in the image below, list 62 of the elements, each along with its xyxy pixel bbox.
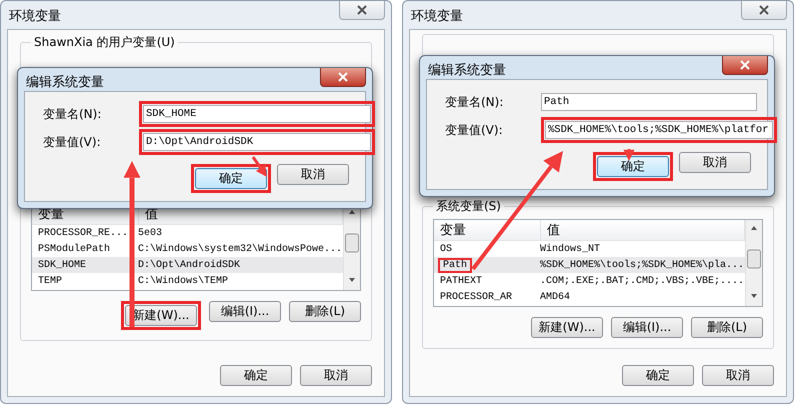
list-row[interactable]: PATHEXT .COM;.EXE;.BAT;.CMD;.VBS;.VBE;.... [434, 273, 745, 289]
variable-name: Path [443, 260, 468, 270]
input-field[interactable]: Path [541, 93, 757, 111]
field-label: 变量名(N): [43, 106, 102, 122]
close-icon [337, 72, 349, 82]
ok-button[interactable]: 确定 [622, 365, 694, 386]
cancel-button[interactable]: 取消 [277, 164, 349, 185]
list-button[interactable]: 删除(L) [691, 317, 763, 338]
variable-value: %SDK_HOME%\tools;%SDK_HOME%\pla... [539, 260, 745, 270]
input-field[interactable]: %SDK_HOME%\tools;%SDK_HOME%\platfor [545, 121, 773, 139]
list-row[interactable]: PSModulePath C:\Windows\system32\WindowsPowe... [32, 241, 343, 257]
dialog-title: 编辑系统变量 [428, 62, 506, 79]
cancel-button[interactable]: 取消 [679, 152, 751, 173]
close-icon [739, 60, 751, 70]
input-field[interactable]: D:\Opt\AndroidSDK [143, 133, 371, 151]
close-icon [356, 5, 368, 15]
column-header[interactable]: 变量 [434, 220, 541, 240]
annotation-arrow [252, 156, 267, 177]
close-button[interactable] [339, 1, 385, 20]
variable-name: SDK_HOME [38, 260, 86, 270]
window-title: 环境变量 [9, 8, 61, 25]
list-button[interactable]: 编辑(I)... [611, 317, 683, 338]
cancel-button[interactable]: 取消 [300, 365, 372, 386]
annotation-arrow [623, 149, 635, 161]
variable-value: C:\Windows\system32\WindowsPowe... [137, 244, 343, 254]
list-button[interactable]: 新建(W)... [531, 317, 603, 338]
field-label: 变量名(N): [445, 94, 504, 110]
variable-name: PROCESSOR_RE... [38, 228, 128, 238]
group-label: 系统变量(S) [435, 198, 502, 215]
variable-name: PSModulePath [38, 244, 110, 254]
variable-name: PROCESSOR_AR [440, 292, 512, 302]
close-button[interactable] [320, 68, 366, 87]
close-button[interactable] [741, 1, 787, 20]
dialog-title: 编辑系统变量 [26, 74, 104, 91]
ok-button[interactable]: 确定 [195, 168, 267, 189]
list-row[interactable]: Path %SDK_HOME%\tools;%SDK_HOME%\pla... [434, 257, 745, 273]
list-row[interactable]: TEMP C:\Windows\TEMP [32, 273, 343, 289]
variable-value: D:\Opt\AndroidSDK [137, 260, 242, 270]
ok-button[interactable]: 确定 [220, 365, 292, 386]
list-row[interactable]: PROCESSOR_AR AMD64 [434, 289, 745, 305]
variable-name: OS [440, 244, 452, 254]
variable-name: PATHEXT [440, 276, 482, 286]
ok-button[interactable]: 确定 [597, 156, 669, 177]
variable-name: TEMP [38, 276, 62, 286]
variable-value: Windows_NT [539, 244, 602, 254]
input-field[interactable]: SDK_HOME [143, 105, 371, 123]
close-button[interactable] [722, 56, 768, 75]
variable-value: AMD64 [539, 292, 572, 302]
variable-value: .COM;.EXE;.BAT;.CMD;.VBS;.VBE;.... [539, 276, 745, 286]
field-label: 变量值(V): [43, 134, 102, 150]
list-button[interactable]: 删除(L) [289, 301, 361, 322]
group-label: ShawnXia 的用户变量(U) [33, 34, 176, 51]
variable-value: C:\Windows\TEMP [137, 276, 230, 286]
list-row[interactable]: OS Windows_NT [434, 241, 745, 257]
variable-value: 5e03 [137, 228, 164, 238]
close-icon [758, 5, 770, 15]
field-label: 变量值(V): [445, 122, 504, 138]
window-title: 环境变量 [411, 8, 463, 25]
list-row[interactable]: PROCESSOR_RE... 5e03 [32, 225, 343, 241]
list-row[interactable]: SDK_HOME D:\Opt\AndroidSDK [32, 257, 343, 273]
cancel-button[interactable]: 取消 [702, 365, 774, 386]
list-button[interactable]: 编辑(I)... [209, 301, 281, 322]
